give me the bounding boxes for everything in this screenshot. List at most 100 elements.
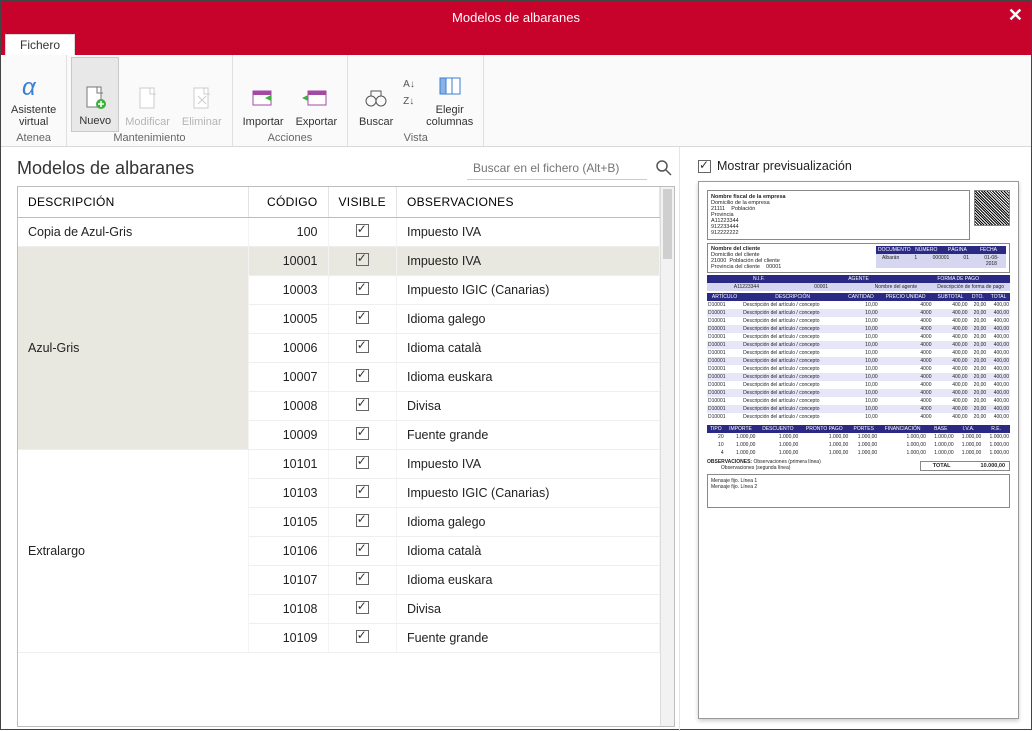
code-cell: 10109 xyxy=(248,624,328,653)
elegir-label: Elegir columnas xyxy=(426,104,473,128)
code-cell: 10006 xyxy=(248,334,328,363)
code-cell: 10105 xyxy=(248,508,328,537)
visible-cell[interactable] xyxy=(328,363,396,392)
import-icon xyxy=(249,85,277,113)
observaciones-cell: Idioma galego xyxy=(396,508,659,537)
scrollbar-thumb[interactable] xyxy=(663,189,672,259)
eliminar-button[interactable]: Eliminar xyxy=(176,57,228,132)
checkbox-icon xyxy=(356,514,369,527)
show-preview-checkbox[interactable]: Mostrar previsualización xyxy=(698,159,1019,173)
checkbox-icon xyxy=(356,485,369,498)
sort-controls: A↓ Z↓ xyxy=(400,57,420,132)
code-cell: 10008 xyxy=(248,392,328,421)
col-descripcion[interactable]: DESCRIPCIÓN xyxy=(18,187,248,218)
table-row[interactable]: Copia de Azul-Gris100Impuesto IVA xyxy=(18,218,660,247)
col-codigo[interactable]: CÓDIGO xyxy=(248,187,328,218)
checkbox-icon xyxy=(356,543,369,556)
visible-cell[interactable] xyxy=(328,566,396,595)
search-input[interactable] xyxy=(467,157,647,180)
code-cell: 10101 xyxy=(248,450,328,479)
columns-icon xyxy=(436,73,464,101)
observaciones-cell: Fuente grande xyxy=(396,421,659,450)
nuevo-button[interactable]: Nuevo xyxy=(71,57,119,132)
visible-cell[interactable] xyxy=(328,479,396,508)
code-cell: 10009 xyxy=(248,421,328,450)
col-visible[interactable]: VISIBLE xyxy=(328,187,396,218)
search-icon[interactable] xyxy=(655,159,675,179)
observaciones-cell: Idioma català xyxy=(396,334,659,363)
sort-asc-icon: A↓ xyxy=(403,79,417,93)
checkbox-icon xyxy=(356,398,369,411)
checkbox-icon xyxy=(356,224,369,237)
binoculars-icon xyxy=(362,85,390,113)
exportar-label: Exportar xyxy=(296,116,338,128)
checkbox-icon xyxy=(356,630,369,643)
code-cell: 10103 xyxy=(248,479,328,508)
visible-cell[interactable] xyxy=(328,218,396,247)
models-table: DESCRIPCIÓN CÓDIGO VISIBLE OBSERVACIONES… xyxy=(18,187,660,653)
code-cell: 10106 xyxy=(248,537,328,566)
observaciones-cell: Impuesto IVA xyxy=(396,247,659,276)
asistente-label: Asistente virtual xyxy=(11,104,56,128)
asistente-virtual-button[interactable]: α Asistente virtual xyxy=(5,57,62,132)
modificar-label: Modificar xyxy=(125,116,170,128)
table-row[interactable]: Azul-Gris10001Impuesto IVA xyxy=(18,247,660,276)
observaciones-cell: Divisa xyxy=(396,392,659,421)
code-cell: 10003 xyxy=(248,276,328,305)
observaciones-cell: Impuesto IGIC (Canarias) xyxy=(396,479,659,508)
ribbon-group-mantenimiento-label: Mantenimiento xyxy=(71,132,227,146)
sort-az-button[interactable]: A↓ xyxy=(403,79,417,93)
titlebar: Modelos de albaranes ✕ xyxy=(1,1,1031,33)
visible-cell[interactable] xyxy=(328,276,396,305)
visible-cell[interactable] xyxy=(328,421,396,450)
observaciones-cell: Idioma català xyxy=(396,537,659,566)
ribbon-group-acciones-label: Acciones xyxy=(237,132,344,146)
code-cell: 10108 xyxy=(248,595,328,624)
new-document-icon xyxy=(81,84,109,112)
code-cell: 100 xyxy=(248,218,328,247)
preview-client-box: Nombre del cliente Domicilio del cliente… xyxy=(707,243,1010,273)
sort-za-button[interactable]: Z↓ xyxy=(403,96,417,110)
document-preview: Nombre fiscal de la empresa Domicilio de… xyxy=(698,181,1019,719)
visible-cell[interactable] xyxy=(328,305,396,334)
preview-totals-table: TIPOIMPORTEDESCUENTOPRONTO PAGOPORTESFIN… xyxy=(707,425,1010,457)
code-cell: 10107 xyxy=(248,566,328,595)
checkbox-icon xyxy=(356,572,369,585)
scrollbar[interactable] xyxy=(660,187,674,726)
eliminar-label: Eliminar xyxy=(182,116,222,128)
tab-fichero[interactable]: Fichero xyxy=(5,34,75,55)
preview-footer-box: Mensaje fijo. Línea 1 Mensaje fijo. Líne… xyxy=(707,474,1010,508)
importar-label: Importar xyxy=(243,116,284,128)
table-row[interactable]: Extralargo10101Impuesto IVA xyxy=(18,450,660,479)
modificar-button[interactable]: Modificar xyxy=(119,57,176,132)
exportar-button[interactable]: Exportar xyxy=(290,57,344,132)
window-title: Modelos de albaranes xyxy=(452,10,580,25)
buscar-button[interactable]: Buscar xyxy=(352,57,400,132)
buscar-label: Buscar xyxy=(359,116,393,128)
ribbon-group-vista-label: Vista xyxy=(352,132,479,146)
visible-cell[interactable] xyxy=(328,247,396,276)
visible-cell[interactable] xyxy=(328,450,396,479)
visible-cell[interactable] xyxy=(328,537,396,566)
checkbox-icon xyxy=(356,427,369,440)
observaciones-cell: Impuesto IVA xyxy=(396,218,659,247)
visible-cell[interactable] xyxy=(328,624,396,653)
qr-code-icon xyxy=(974,190,1010,226)
elegir-columnas-button[interactable]: Elegir columnas xyxy=(420,57,479,132)
close-icon[interactable]: ✕ xyxy=(1008,5,1023,26)
observaciones-cell: Idioma euskara xyxy=(396,566,659,595)
visible-cell[interactable] xyxy=(328,595,396,624)
checkbox-icon xyxy=(356,456,369,469)
checkbox-icon xyxy=(356,601,369,614)
sort-desc-icon: Z↓ xyxy=(403,96,417,110)
delete-document-icon xyxy=(188,85,216,113)
visible-cell[interactable] xyxy=(328,392,396,421)
preview-lines-table: ARTÍCULODESCRIPCIÓNCANTIDADPRECIO UNIDAD… xyxy=(707,293,1010,421)
nuevo-label: Nuevo xyxy=(79,115,111,127)
col-observaciones[interactable]: OBSERVACIONES xyxy=(396,187,659,218)
observaciones-cell: Divisa xyxy=(396,595,659,624)
visible-cell[interactable] xyxy=(328,334,396,363)
alpha-icon: α xyxy=(20,73,48,101)
importar-button[interactable]: Importar xyxy=(237,57,290,132)
visible-cell[interactable] xyxy=(328,508,396,537)
